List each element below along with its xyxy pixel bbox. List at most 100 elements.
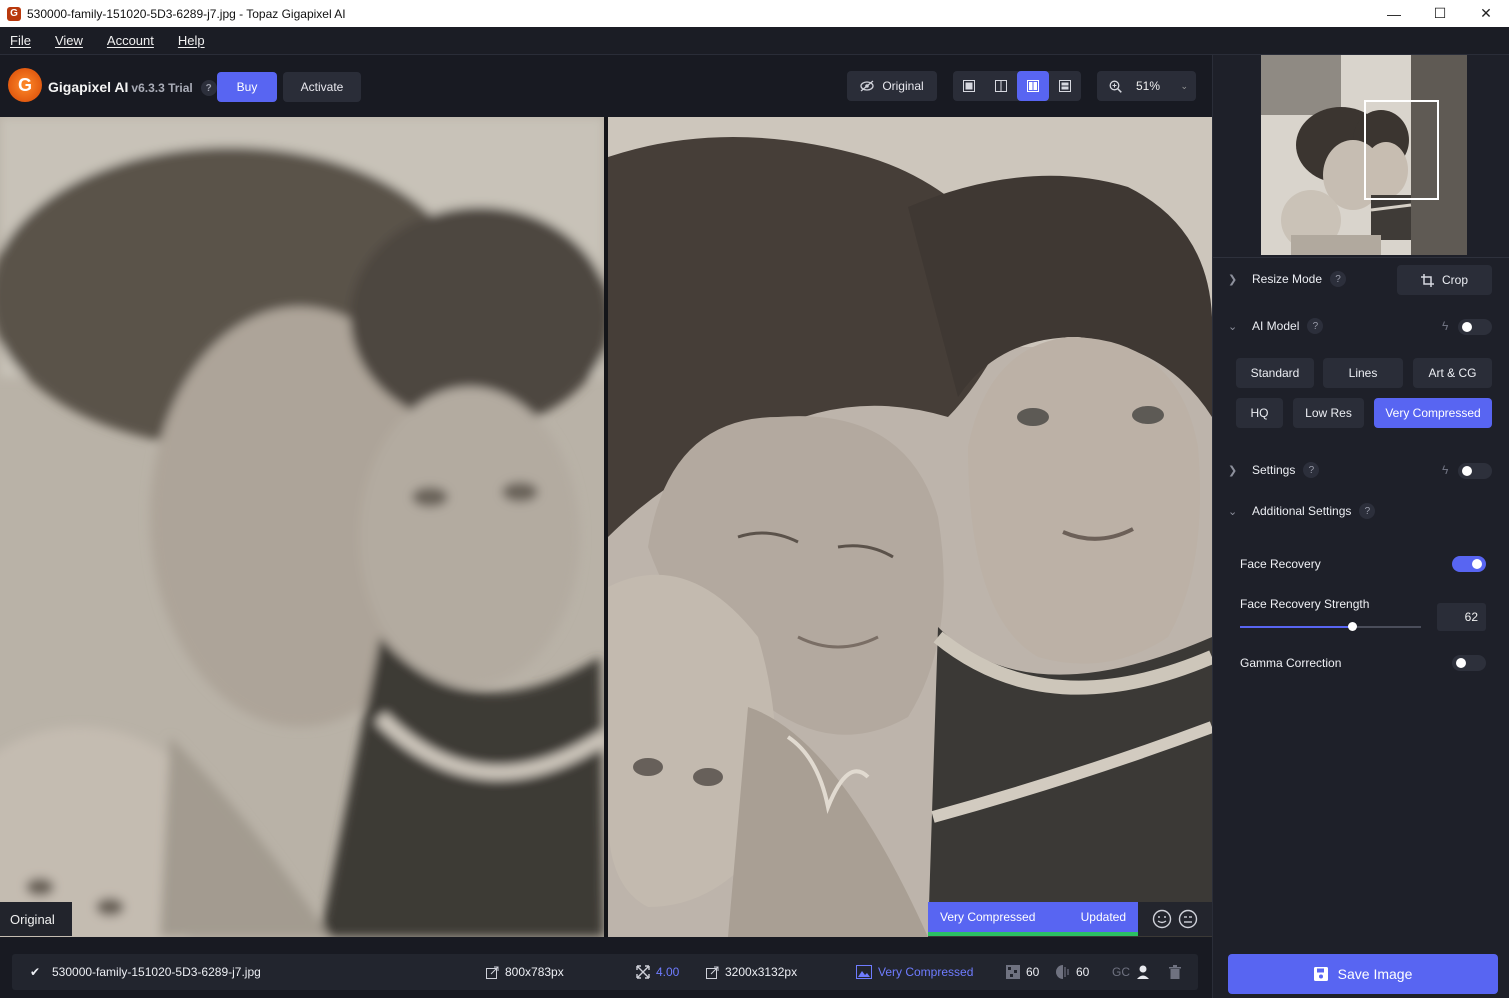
eye-off-icon [860, 80, 874, 92]
model-standard-button[interactable]: Standard [1236, 358, 1314, 388]
slider-fill [1240, 626, 1352, 628]
model-art-cg-button[interactable]: Art & CG [1413, 358, 1492, 388]
processed-photo-image [608, 117, 1212, 937]
ai-model-help-icon[interactable]: ? [1307, 318, 1324, 334]
app-version: v6.3.3 Trial [131, 81, 193, 95]
output-size-group: 3200x3132px [706, 965, 797, 979]
chevron-right-icon: ❯ [1228, 273, 1238, 286]
show-original-button[interactable]: Original [847, 71, 937, 101]
additional-settings-section[interactable]: ⌄ Additional Settings ? [1228, 499, 1496, 523]
original-pane-label: Original [0, 902, 72, 936]
zoom-icon [1109, 80, 1122, 93]
menu-account[interactable]: Account [107, 33, 154, 48]
face-recovery-strength-label: Face Recovery Strength [1240, 597, 1370, 611]
trash-icon[interactable] [1169, 965, 1181, 979]
settings-panel: ❯ Resize Mode ? Crop ⌄ AI Model ? ϟ Stan… [1212, 55, 1509, 998]
navigator-viewport-frame[interactable] [1364, 100, 1439, 200]
save-disk-icon [1313, 967, 1328, 981]
grid-view-icon [1059, 80, 1071, 92]
save-image-label: Save Image [1337, 966, 1413, 982]
additional-settings-help-icon[interactable]: ? [1359, 503, 1376, 519]
ai-model-label: AI Model [1252, 319, 1300, 333]
activate-button[interactable]: Activate [283, 72, 361, 102]
view-grid-button[interactable] [1049, 71, 1081, 101]
face-recovery-indicator-icon [1136, 964, 1152, 980]
checkmark-icon[interactable]: ✔ [30, 965, 40, 979]
blur-value: 60 [1076, 965, 1090, 979]
scale-value: 4.00 [656, 965, 680, 979]
menu-file[interactable]: File [10, 33, 31, 48]
brand-help-icon[interactable]: ? [200, 80, 217, 97]
navigator-thumbnail[interactable] [1261, 55, 1467, 255]
face-smile-icon[interactable] [1152, 909, 1172, 929]
processed-preview-pane[interactable] [608, 117, 1212, 937]
bolt-icon: ϟ [1442, 463, 1449, 477]
preview-update-status: Updated [1080, 910, 1126, 924]
input-size: 800x783px [505, 965, 564, 979]
slider-handle[interactable] [1348, 622, 1357, 631]
side-by-side-icon [1027, 80, 1039, 92]
input-size-group: 800x783px [486, 965, 564, 979]
title-bar: G 530000-family-151020-5D3-6289-j7.jpg -… [0, 0, 1509, 27]
settings-auto-toggle[interactable] [1458, 463, 1492, 479]
noise-icon [1006, 965, 1020, 979]
crop-icon [1420, 273, 1434, 287]
preview-status-bar: Very Compressed Updated [928, 902, 1138, 936]
split-view-icon [995, 80, 1007, 92]
model-low-res-button[interactable]: Low Res [1293, 398, 1364, 428]
view-single-button[interactable] [953, 71, 985, 101]
gamma-correction-toggle[interactable] [1452, 655, 1486, 671]
ai-model-section[interactable]: ⌄ AI Model ? [1228, 314, 1496, 338]
face-recovery-strength-input[interactable]: 62 [1437, 603, 1486, 631]
chevron-right-icon: ❯ [1228, 464, 1238, 477]
gc-indicator: GC [1112, 965, 1130, 979]
preview-model-status: Very Compressed [940, 910, 1036, 924]
view-mode-group [953, 71, 1081, 101]
model-hq-button[interactable]: HQ [1236, 398, 1283, 428]
buy-button[interactable]: Buy [217, 72, 277, 102]
original-label: Original [882, 79, 924, 93]
model-very-compressed-button[interactable]: Very Compressed [1374, 398, 1492, 428]
resize-mode-help-icon[interactable]: ? [1330, 271, 1347, 287]
face-indicator-group [1138, 902, 1212, 936]
view-side-by-side-button[interactable] [1017, 71, 1049, 101]
menu-view[interactable]: View [55, 33, 83, 48]
output-size-icon [706, 966, 719, 979]
blur-group: 60 [1056, 965, 1089, 979]
menu-help[interactable]: Help [178, 33, 205, 48]
output-size: 3200x3132px [725, 965, 798, 979]
face-recovery-toggle[interactable] [1452, 556, 1486, 572]
app-icon: G [7, 6, 21, 21]
face-recovery-strength-slider[interactable] [1240, 622, 1421, 631]
model-lines-button[interactable]: Lines [1323, 358, 1403, 388]
crop-button[interactable]: Crop [1397, 265, 1492, 295]
menu-bar: File View Account Help [0, 27, 1509, 55]
gamma-correction-label: Gamma Correction [1240, 656, 1342, 670]
view-split-button[interactable] [985, 71, 1017, 101]
settings-help-icon[interactable]: ? [1303, 462, 1320, 478]
crop-label: Crop [1441, 273, 1468, 287]
original-preview-pane[interactable] [0, 117, 604, 937]
settings-label: Settings [1252, 463, 1296, 477]
resize-mode-label: Resize Mode [1252, 272, 1323, 286]
window-controls: — ☐ ✕ [1371, 0, 1509, 27]
zoom-value: 51% [1136, 79, 1161, 93]
minimize-button[interactable]: — [1371, 0, 1417, 27]
close-button[interactable]: ✕ [1463, 0, 1509, 27]
input-size-icon [486, 966, 499, 979]
app-name: Gigapixel AI [48, 79, 129, 95]
gigapixel-logo-icon: G [8, 68, 42, 102]
model-group: Very Compressed [856, 965, 973, 979]
noise-value: 60 [1026, 965, 1040, 979]
zoom-dropdown[interactable]: 51% ⌄ [1097, 71, 1196, 101]
settings-section[interactable]: ❯ Settings ? [1228, 458, 1496, 482]
maximize-button[interactable]: ☐ [1417, 0, 1463, 27]
additional-settings-label: Additional Settings [1252, 504, 1352, 518]
save-image-button[interactable]: Save Image [1228, 954, 1498, 994]
file-row[interactable]: ✔ 530000-family-151020-5D3-6289-j7.jpg 8… [12, 954, 1198, 990]
ai-model-auto-toggle[interactable] [1458, 319, 1492, 335]
scale-expand-icon [636, 965, 650, 979]
original-photo-image [0, 117, 604, 937]
model-image-icon [856, 965, 872, 979]
face-neutral-icon[interactable] [1178, 909, 1198, 929]
